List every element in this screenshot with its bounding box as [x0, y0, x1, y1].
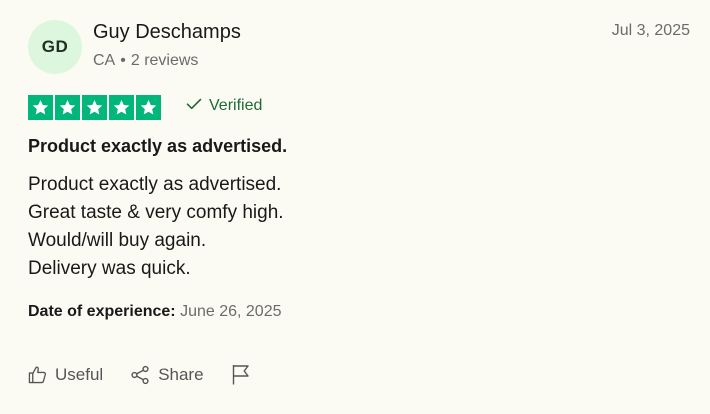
share-label: Share: [158, 364, 204, 384]
review-actions: Useful Share: [28, 364, 278, 385]
star-icon: [136, 95, 161, 120]
experience-date: June 26, 2025: [180, 303, 282, 320]
useful-button[interactable]: Useful: [28, 365, 103, 385]
reviewer-review-count: 2 reviews: [130, 52, 199, 69]
report-button[interactable]: [231, 364, 251, 385]
experience-label: Date of experience:: [28, 303, 176, 320]
meta-separator: •: [120, 52, 126, 69]
date-of-experience: Date of experience: June 26, 2025: [28, 303, 281, 321]
review-date: Jul 3, 2025: [611, 22, 690, 39]
review-body-line: Great taste & very comfy high.: [28, 202, 284, 223]
verified-badge[interactable]: Verified: [186, 97, 262, 115]
useful-label: Useful: [55, 364, 104, 384]
check-icon: [186, 97, 202, 115]
share-icon: [130, 365, 150, 385]
thumbs-up-icon: [28, 365, 47, 384]
reviewer-name[interactable]: Guy Deschamps: [93, 21, 241, 44]
share-button[interactable]: Share: [130, 364, 204, 385]
reviewer-country: CA: [93, 52, 116, 69]
star-icon: [55, 95, 80, 120]
review-title: Product exactly as advertised.: [28, 136, 288, 156]
star-icon: [28, 95, 53, 120]
verified-label: Verified: [209, 97, 263, 114]
review-body: Product exactly as advertised. Great tas…: [28, 171, 284, 283]
star-icon: [82, 95, 107, 120]
avatar[interactable]: GD: [28, 20, 82, 74]
review-body-line: Would/will buy again.: [28, 230, 207, 251]
flag-icon: [231, 364, 251, 385]
star-rating: [28, 95, 161, 120]
star-icon: [109, 95, 134, 120]
reviewer-meta: CA • 2 reviews: [93, 52, 198, 70]
review-body-line: Delivery was quick.: [28, 258, 191, 279]
review-body-line: Product exactly as advertised.: [28, 174, 282, 195]
